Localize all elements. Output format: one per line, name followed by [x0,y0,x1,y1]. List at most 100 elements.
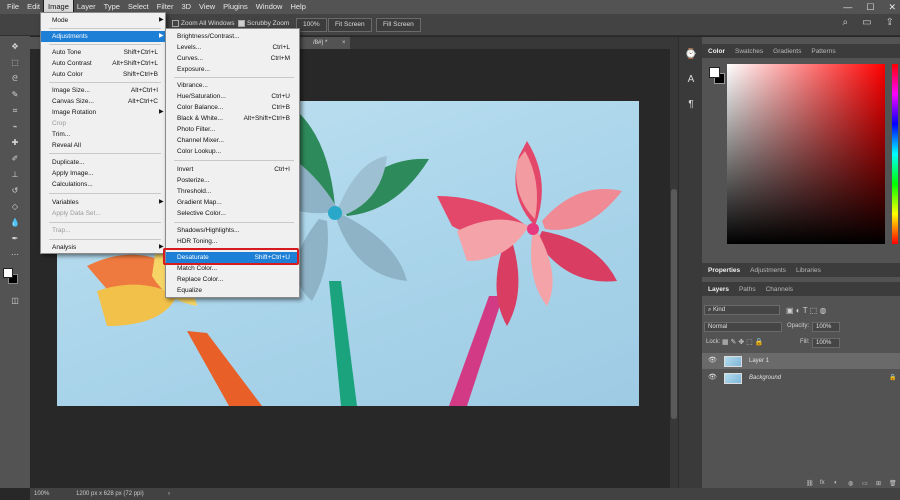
tab-adjustments[interactable]: Adjustments [750,267,786,274]
menu-window[interactable]: Window [252,0,287,14]
foreground-color-swatch[interactable] [3,268,13,278]
menu-item-hdr-toning[interactable]: HDR Toning... [166,236,299,247]
menu-item-invert[interactable]: Invert Ctrl+I [166,164,299,175]
menu-item-black-white[interactable]: Black & White... Alt+Shift+Ctrl+B [166,113,299,124]
menu-item-canvas-size[interactable]: Canvas Size... Alt+Ctrl+C [41,96,165,107]
tab-color[interactable]: Color [708,48,725,55]
menu-item-exposure[interactable]: Exposure... [166,64,299,75]
tab-properties[interactable]: Properties [708,267,740,274]
menu-file[interactable]: File [3,0,23,14]
tab-libraries[interactable]: Libraries [796,267,821,274]
menu-item-duplicate[interactable]: Duplicate... [41,157,165,168]
clone-stamp-tool-icon[interactable]: ⊥ [0,168,30,181]
workspace-icon[interactable]: ▭ [862,17,871,28]
vertical-scrollbar[interactable] [670,49,678,488]
move-tool-icon[interactable]: ✥ [0,40,30,53]
menu-item-threshold[interactable]: Threshold... [166,186,299,197]
tab-swatches[interactable]: Swatches [735,48,763,55]
menu-item-selective-color[interactable]: Selective Color... [166,208,299,219]
history-panel-icon[interactable]: ⌚ [679,49,703,60]
fill-screen-button[interactable]: Fill Screen [376,18,421,32]
menu-item-auto-color[interactable]: Auto Color Shift+Ctrl+B [41,69,165,80]
marquee-tool-icon[interactable]: ⬚ [0,56,30,69]
maximize-button[interactable]: ☐ [866,2,874,13]
menu-item-reveal-all[interactable]: Reveal All [41,140,165,151]
tab-gradients[interactable]: Gradients [773,48,801,55]
menu-item-curves[interactable]: Curves... Ctrl+M [166,53,299,64]
menu-item-vibrance[interactable]: Vibrance... [166,80,299,91]
lock-icons[interactable]: ▦ ✎ ✥ ⬚ 🔒 [722,338,763,346]
link-layers-icon[interactable]: ⛓ [806,480,814,487]
layer-row-layer-1[interactable]: 👁 Layer 1 [702,353,900,369]
layer-row-background[interactable]: 👁 Background 🔒 [702,370,900,386]
quick-select-tool-icon[interactable]: ✎ [0,88,30,101]
menu-item-variables[interactable]: Variables ▶ [41,197,165,208]
eraser-tool-icon[interactable]: ◇ [0,200,30,213]
menu-item-auto-contrast[interactable]: Auto Contrast Alt+Shift+Ctrl+L [41,58,165,69]
scrollbar-thumb[interactable] [671,189,677,419]
menu-item-replace-color[interactable]: Replace Color... [166,274,299,285]
menu-item-equalize[interactable]: Equalize [166,285,299,296]
menu-item-color-balance[interactable]: Color Balance... Ctrl+B [166,102,299,113]
tab-close-icon[interactable]: × [342,37,346,49]
menu-item-adjustments[interactable]: Adjustments ▶ [41,31,165,42]
pen-tool-icon[interactable]: ✒ [0,232,30,245]
history-brush-tool-icon[interactable]: ↺ [0,184,30,197]
menu-3d[interactable]: 3D [177,0,195,14]
fill-input[interactable]: 100% [812,338,840,348]
zoom-level[interactable]: 100% [34,488,49,500]
menu-item-color-lookup[interactable]: Color Lookup... [166,146,299,157]
scrubby-zoom-checkbox[interactable] [238,19,245,27]
healing-tool-icon[interactable]: ✚ [0,136,30,149]
menu-item-photo-filter[interactable]: Photo Filter... [166,124,299,135]
zoom-all-windows-checkbox[interactable] [172,19,179,27]
menu-item-calculations[interactable]: Calculations... [41,179,165,190]
tab-channels[interactable]: Channels [766,286,793,293]
layer-mask-icon[interactable]: ◐ [834,480,838,486]
trash-icon[interactable]: 🗑 [889,480,897,487]
menu-item-analysis[interactable]: Analysis ▶ [41,242,165,253]
menu-item-channel-mixer[interactable]: Channel Mixer... [166,135,299,146]
character-panel-icon[interactable]: A [679,74,703,85]
menu-item-auto-tone[interactable]: Auto Tone Shift+Ctrl+L [41,47,165,58]
tab-paths[interactable]: Paths [739,286,756,293]
panel-foreground-swatch[interactable] [709,67,720,78]
menu-item-gradient-map[interactable]: Gradient Map... [166,197,299,208]
menu-plugins[interactable]: Plugins [219,0,252,14]
menu-view[interactable]: View [195,0,219,14]
close-button[interactable]: ✕ [888,2,896,13]
menu-item-image-size[interactable]: Image Size... Alt+Ctrl+I [41,85,165,96]
menu-item-levels[interactable]: Levels... Ctrl+L [166,42,299,53]
lasso-tool-icon[interactable]: ᘓ [0,72,30,85]
search-icon[interactable]: ⌕ [843,17,849,28]
minimize-button[interactable]: — [843,2,852,12]
status-arrow-icon[interactable]: › [168,488,170,500]
eye-icon[interactable]: 👁 [708,353,717,369]
menu-item-mode[interactable]: Mode ▶ [41,15,165,26]
layer-filter-icons[interactable]: ▣ ◐ T ⬚ ◍ [786,306,826,315]
blur-tool-icon[interactable]: 💧 [0,216,30,229]
menu-item-posterize[interactable]: Posterize... [166,175,299,186]
menu-item-apply-image[interactable]: Apply Image... [41,168,165,179]
tab-patterns[interactable]: Patterns [811,48,835,55]
new-layer-icon[interactable]: ⊞ [876,480,881,487]
fit-screen-button[interactable]: Fit Screen [328,18,372,32]
more-tools-icon[interactable]: ⋯ [0,248,30,261]
adjustment-layer-icon[interactable]: ◍ [848,480,853,487]
opacity-input[interactable]: 100% [812,322,840,332]
zoom-100-button[interactable]: 100% [296,18,327,32]
menu-item-hue-saturation[interactable]: Hue/Saturation... Ctrl+U [166,91,299,102]
paragraph-panel-icon[interactable]: ¶ [679,99,703,110]
group-icon[interactable]: ▭ [862,480,868,487]
menu-item-trim[interactable]: Trim... [41,129,165,140]
fx-icon[interactable]: fx [820,480,825,486]
crop-tool-icon[interactable]: ⌗ [0,104,30,117]
layer-kind-filter[interactable]: ⌕ Kind [704,305,780,315]
eyedropper-tool-icon[interactable]: ⌁ [0,120,30,133]
brush-tool-icon[interactable]: ✐ [0,152,30,165]
menu-item-shadows-highlights[interactable]: Shadows/Highlights... [166,225,299,236]
color-picker-field[interactable] [727,64,885,244]
eye-icon[interactable]: 👁 [708,370,717,386]
menu-item-brightness-contrast[interactable]: Brightness/Contrast... [166,31,299,42]
tab-layers[interactable]: Layers [708,286,729,293]
